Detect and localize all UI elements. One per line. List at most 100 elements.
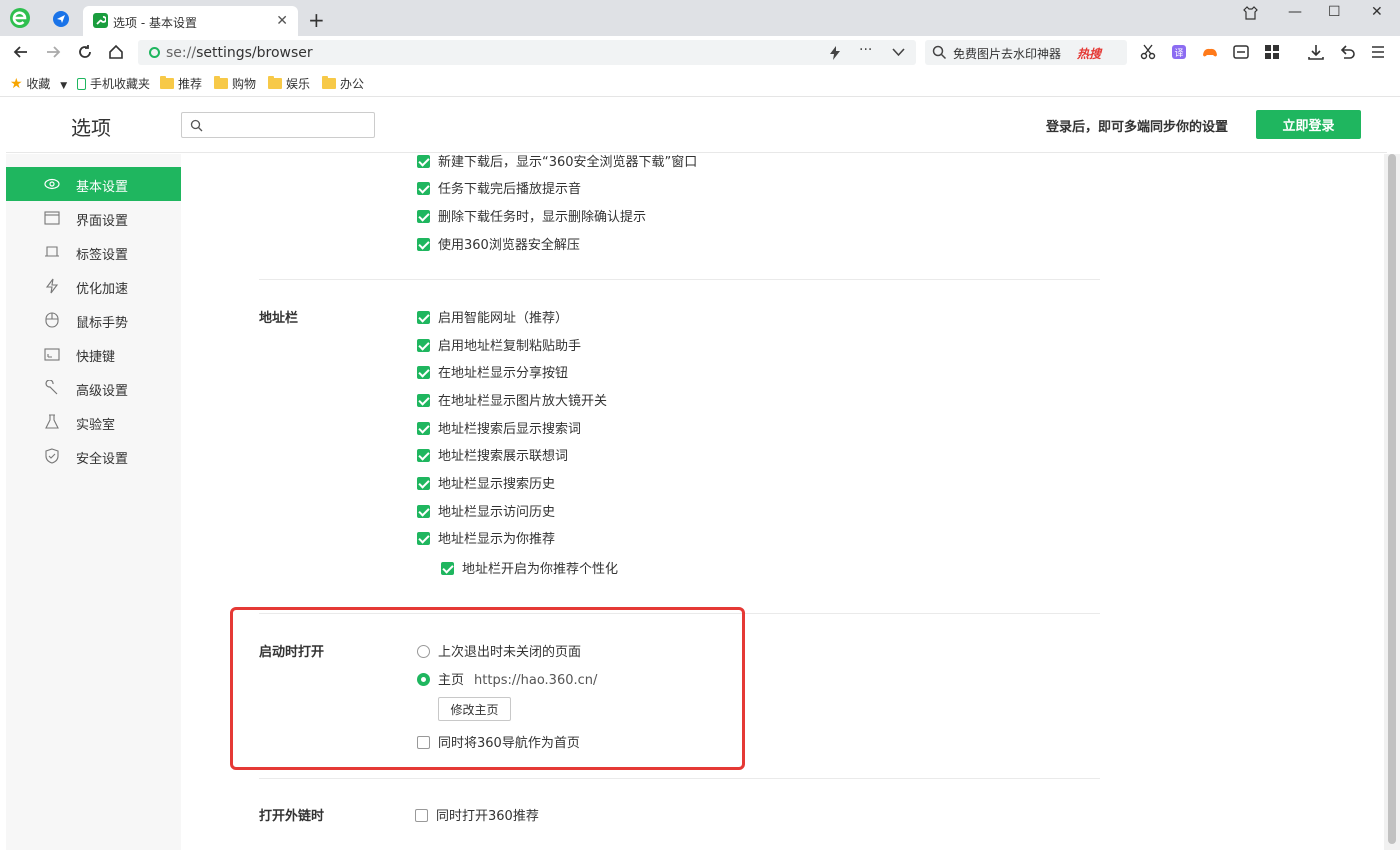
checkbox[interactable] (417, 339, 430, 352)
checkbox-paste-helper[interactable]: 启用地址栏复制粘贴助手 (417, 335, 581, 354)
radio[interactable] (417, 645, 430, 658)
caret-down-icon: ▼ (60, 81, 68, 91)
mouse-icon (45, 312, 59, 328)
checkbox[interactable] (441, 562, 454, 575)
page-title: 选项 (71, 116, 111, 140)
checkbox-suggestions[interactable]: 地址栏搜索展示联想词 (417, 445, 568, 464)
bookmark-folder[interactable]: 娱乐 (268, 75, 310, 92)
checkbox[interactable] (417, 477, 430, 490)
checkbox[interactable] (417, 155, 430, 168)
sidebar-item-advanced[interactable]: 高级设置 (6, 371, 181, 405)
checkbox-open-360-recommend[interactable]: 同时打开360推荐 (415, 805, 539, 824)
checkbox[interactable] (417, 394, 430, 407)
checkbox-search-history[interactable]: 地址栏显示搜索历史 (417, 473, 555, 492)
scrollbar-thumb[interactable] (1388, 154, 1396, 844)
skin-icon[interactable] (1243, 6, 1258, 20)
lightning-icon[interactable] (829, 46, 841, 60)
checkbox-share-button[interactable]: 在地址栏显示分享按钮 (417, 362, 568, 381)
checkbox[interactable] (417, 532, 430, 545)
maximize-button[interactable]: ☐ (1328, 4, 1341, 20)
checkbox-show-search-term[interactable]: 地址栏搜索后显示搜索词 (417, 418, 581, 437)
tab-bar: 选项 - 基本设置 ✕ + — ☐ ✕ (0, 0, 1400, 36)
checkbox-recommend-personalized[interactable]: 地址栏开启为你推荐个性化 (441, 558, 618, 577)
tab-settings[interactable]: 选项 - 基本设置 ✕ (83, 6, 298, 36)
window-icon (44, 211, 60, 225)
sidebar-item-shortcuts[interactable]: 快捷键 (6, 337, 181, 371)
settings-page: 选项 登录后，即可多端同步你的设置 立即登录 基本设置 界面设置 标签设置 优化… (6, 98, 1387, 850)
folder-icon (322, 76, 336, 89)
tab-icon (45, 246, 59, 257)
radio-homepage[interactable]: 主页 https://hao.360.cn/ (417, 669, 597, 688)
menu-icon[interactable] (1369, 43, 1387, 61)
game-icon[interactable] (1201, 43, 1219, 61)
bookmark-folder[interactable]: 购物 (214, 75, 256, 92)
bookmark-folder[interactable]: 办公 (322, 75, 364, 92)
checkbox-smart-url[interactable]: 启用智能网址（推荐） (417, 307, 568, 326)
screen-icon[interactable] (1232, 43, 1250, 61)
phone-icon (77, 78, 86, 90)
star-icon: ★ (10, 76, 23, 92)
checkbox[interactable] (415, 809, 428, 822)
search-box[interactable]: 免费图片去水印神器 热搜 (925, 40, 1127, 65)
modify-homepage-button[interactable]: 修改主页 (438, 697, 511, 721)
keyboard-icon (44, 348, 60, 361)
apps-icon[interactable] (1263, 43, 1281, 61)
folder-icon (160, 76, 174, 89)
checkbox-recommend[interactable]: 地址栏显示为你推荐 (417, 528, 555, 547)
minimize-button[interactable]: — (1288, 4, 1302, 20)
sidebar-item-mouse[interactable]: 鼠标手势 (6, 303, 181, 337)
checkbox-visit-history[interactable]: 地址栏显示访问历史 (417, 501, 555, 520)
chevron-down-icon[interactable] (892, 48, 905, 57)
forward-icon[interactable] (43, 42, 63, 62)
hot-search-badge: 热搜 (1077, 47, 1102, 61)
checkbox[interactable] (417, 238, 430, 251)
bookmarks-bar: ★ 收藏 ▼ 手机收藏夹 推荐 购物 娱乐 办公 (0, 68, 1400, 97)
checkbox-safe-unzip[interactable]: 使用360浏览器安全解压 (417, 234, 580, 253)
bookmark-mobile[interactable]: 手机收藏夹 (77, 75, 150, 92)
checkbox[interactable] (417, 210, 430, 223)
reload-icon[interactable] (75, 42, 95, 62)
checkbox[interactable] (417, 366, 430, 379)
pinned-tab-icon[interactable] (53, 11, 69, 27)
back-icon[interactable] (11, 42, 31, 62)
checkbox-download-sound[interactable]: 任务下载完后播放提示音 (417, 178, 581, 197)
radio-restore-pages[interactable]: 上次退出时未关闭的页面 (417, 641, 581, 660)
checkbox[interactable] (417, 182, 430, 195)
flask-icon (45, 414, 59, 429)
checkbox[interactable] (417, 311, 430, 324)
tab-title: 选项 - 基本设置 (113, 16, 197, 30)
checkbox-delete-confirm[interactable]: 删除下载任务时，显示删除确认提示 (417, 206, 646, 225)
scrollbar[interactable] (1384, 154, 1400, 850)
sidebar-item-interface[interactable]: 界面设置 (6, 201, 181, 235)
home-icon[interactable] (106, 42, 126, 62)
undo-icon[interactable] (1338, 43, 1356, 61)
sidebar-item-basic[interactable]: 基本设置 (6, 167, 181, 201)
scissors-icon[interactable] (1139, 43, 1157, 61)
settings-search-input[interactable] (210, 116, 370, 134)
checkbox-download-window[interactable]: 新建下载后，显示“360安全浏览器下载”窗口 (417, 154, 697, 170)
sidebar-item-lab[interactable]: 实验室 (6, 405, 181, 439)
more-icon[interactable]: ··· (859, 42, 872, 58)
sidebar-item-tabs[interactable]: 标签设置 (6, 235, 181, 269)
translate-icon[interactable]: 译 (1170, 43, 1188, 61)
close-window-button[interactable]: ✕ (1371, 4, 1383, 20)
address-bar[interactable]: se://settings/browser ··· (138, 40, 916, 65)
favorites-menu[interactable]: ★ 收藏 ▼ (10, 75, 67, 92)
checkbox-image-magnifier[interactable]: 在地址栏显示图片放大镜开关 (417, 390, 607, 409)
checkbox-nav-as-home[interactable]: 同时将360导航作为首页 (417, 732, 580, 751)
sync-message: 登录后，即可多端同步你的设置 (1046, 120, 1229, 135)
checkbox[interactable] (417, 505, 430, 518)
close-icon[interactable]: ✕ (276, 13, 288, 29)
radio[interactable] (417, 673, 430, 686)
sidebar-item-security[interactable]: 安全设置 (6, 439, 181, 473)
checkbox[interactable] (417, 422, 430, 435)
toolbar: se://settings/browser ··· 免费图片去水印神器 热搜 译 (0, 36, 1400, 68)
settings-search[interactable] (181, 112, 375, 138)
checkbox[interactable] (417, 736, 430, 749)
checkbox[interactable] (417, 449, 430, 462)
sidebar-item-optimize[interactable]: 优化加速 (6, 269, 181, 303)
login-button[interactable]: 立即登录 (1256, 110, 1361, 139)
download-icon[interactable] (1307, 43, 1325, 61)
new-tab-button[interactable]: + (308, 8, 325, 32)
bookmark-folder[interactable]: 推荐 (160, 75, 202, 92)
